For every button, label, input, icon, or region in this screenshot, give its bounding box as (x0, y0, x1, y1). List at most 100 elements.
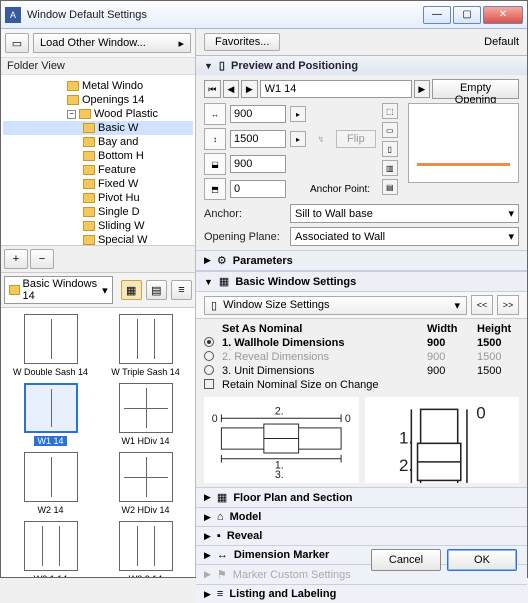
title-bar: A Window Default Settings — ▢ ✕ (1, 1, 527, 29)
nav-next[interactable]: ▶ (241, 80, 258, 98)
thumb-item-selected[interactable]: W1 14 (7, 383, 94, 446)
tree-item[interactable]: Special W (3, 233, 193, 245)
elev-input[interactable] (230, 180, 286, 198)
retain-label: Retain Nominal Size on Change (222, 379, 519, 391)
thumb-item[interactable]: W Double Sash 14 (7, 314, 94, 377)
section-diagram: 00 1.2.3. (365, 397, 520, 483)
thumb-item[interactable]: W3 1 14 (7, 521, 94, 577)
basic-window-settings-header[interactable]: ▼ ▦ Basic Window Settings (196, 271, 527, 292)
listing-labeling-section[interactable]: ▶≡Listing and Labeling (196, 584, 527, 603)
svg-text:3.: 3. (275, 469, 284, 480)
element-name-input[interactable] (260, 80, 412, 98)
retain-checkbox[interactable] (204, 379, 214, 389)
plane-select[interactable]: Associated to Wall▾ (290, 227, 519, 246)
wss-icon: ▯ (211, 299, 217, 312)
view-plan-icon[interactable]: ▭ (382, 122, 398, 138)
nominal-r2: 2. Reveal Dimensions (222, 351, 419, 363)
app-icon: A (5, 7, 21, 23)
parameters-header[interactable]: ▶ ⚙ Parameters (196, 250, 527, 271)
tree-item[interactable]: Metal Windo (3, 79, 193, 93)
nominal-r3: 3. Unit Dimensions (222, 365, 419, 377)
tree-item[interactable]: Feature (3, 163, 193, 177)
settings-icon: ▦ (219, 275, 229, 288)
chevron-down-icon: ▾ (508, 207, 514, 220)
nav-first[interactable]: ⏮ (204, 80, 221, 98)
svg-text:0: 0 (476, 404, 485, 423)
view-3d-icon[interactable]: ⬚ (382, 103, 398, 119)
view-list[interactable]: ≡ (171, 280, 192, 300)
view-elev-icon[interactable]: ▯ (382, 141, 398, 157)
view-large-icons[interactable]: ▦ (121, 280, 142, 300)
next-page-button[interactable]: >> (497, 295, 519, 315)
nav-last[interactable]: ▶ (414, 80, 431, 98)
collapse-icon: ▼ (204, 277, 213, 287)
thumb-folder-select[interactable]: Basic Windows 14 ▾ (4, 276, 113, 304)
window-icon: ▯ (219, 59, 225, 72)
tree-item-selected[interactable]: Basic W (3, 121, 193, 135)
minimize-button[interactable]: — (423, 6, 451, 24)
tree-tool-2[interactable]: − (30, 249, 54, 269)
flip-icon: ↯ (310, 128, 332, 150)
tree-item[interactable]: Sliding W (3, 219, 193, 233)
library-tree[interactable]: Metal Windo Openings 14 −Wood Plastic Ba… (1, 75, 195, 245)
svg-text:0: 0 (212, 413, 218, 425)
sill-icon: ⬓ (204, 153, 226, 175)
wss-label: Window Size Settings (223, 299, 329, 311)
flip-button[interactable]: Flip (336, 130, 376, 148)
preview-section-header[interactable]: ▼ ▯ Preview and Positioning (196, 56, 527, 75)
tree-item[interactable]: −Wood Plastic (3, 107, 193, 121)
nav-prev[interactable]: ◀ (223, 80, 240, 98)
sill-input[interactable] (230, 155, 286, 173)
anchor-select[interactable]: Sill to Wall base▾ (290, 204, 519, 223)
load-other-label: Load Other Window... (40, 37, 146, 49)
tree-item[interactable]: Pivot Hu (3, 191, 193, 205)
empty-opening-button[interactable]: Empty Opening (432, 79, 519, 99)
reveal-section[interactable]: ▶▪Reveal (196, 526, 527, 545)
tree-item[interactable]: Single D (3, 205, 193, 219)
chevron-down-icon: ▾ (454, 299, 460, 312)
ok-button[interactable]: OK (447, 549, 517, 571)
link-width[interactable]: ▸ (290, 106, 306, 122)
tree-item[interactable]: Fixed W (3, 177, 193, 191)
width-input[interactable] (230, 105, 286, 123)
elev-icon: ⬒ (204, 178, 226, 200)
tree-item[interactable]: Bay and (3, 135, 193, 149)
link-height[interactable]: ▸ (290, 131, 306, 147)
thumbnail-grid[interactable]: W Double Sash 14 W Triple Sash 14 W1 14 … (1, 308, 195, 577)
tree-item[interactable]: Openings 14 (3, 93, 193, 107)
height-icon: ↕ (204, 128, 226, 150)
thumb-item[interactable]: W1 HDiv 14 (102, 383, 189, 446)
chevron-down-icon: ▾ (508, 230, 514, 243)
width-icon: ↔ (204, 103, 226, 125)
default-label: Default (484, 36, 519, 48)
library-view-icon[interactable]: ▭ (5, 33, 29, 53)
close-button[interactable]: ✕ (483, 6, 523, 24)
anchor-point-label: Anchor Point: (310, 184, 376, 195)
params-icon: ⚙ (217, 254, 227, 267)
view-small-icons[interactable]: ▤ (146, 280, 167, 300)
model-section[interactable]: ▶⌂Model (196, 507, 527, 526)
radio-unit[interactable] (204, 365, 214, 375)
window-size-settings-button[interactable]: ▯ Window Size Settings ▾ (204, 296, 467, 315)
height-input[interactable] (230, 130, 286, 148)
view-side-icon[interactable]: ▤ (382, 179, 398, 195)
prev-page-button[interactable]: << (471, 295, 493, 315)
favorites-button[interactable]: Favorites... (204, 33, 280, 51)
thumb-item[interactable]: W3 2 14 (102, 521, 189, 577)
tree-tool-1[interactable]: + (4, 249, 28, 269)
svg-text:1.: 1. (398, 428, 412, 447)
maximize-button[interactable]: ▢ (453, 6, 481, 24)
radio-wallhole[interactable] (204, 337, 214, 347)
floor-plan-section[interactable]: ▶▦Floor Plan and Section (196, 487, 527, 507)
load-other-window-button[interactable]: Load Other Window... ▸ (33, 33, 191, 53)
window-title: Window Default Settings (27, 9, 423, 21)
tree-item[interactable]: Bottom H (3, 149, 193, 163)
view-section-icon[interactable]: ▥ (382, 160, 398, 176)
parameters-label: Parameters (233, 255, 293, 267)
radio-reveal[interactable] (204, 351, 214, 361)
cancel-button[interactable]: Cancel (371, 549, 441, 571)
thumb-item[interactable]: W2 14 (7, 452, 94, 515)
thumb-item[interactable]: W Triple Sash 14 (102, 314, 189, 377)
thumb-item[interactable]: W2 HDiv 14 (102, 452, 189, 515)
svg-text:0: 0 (345, 413, 351, 425)
